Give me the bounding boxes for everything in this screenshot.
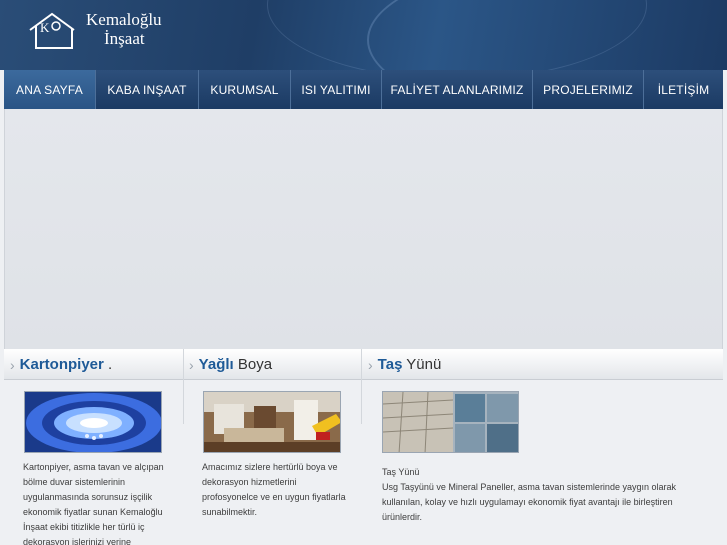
tas-yunu-description: Usg Taşyünü ve Mineral Paneller, asma ta… [382,482,676,522]
column-divider [183,349,184,424]
nav-item-iletisim[interactable]: İLETİŞİM [644,70,723,109]
column-divider [361,349,362,424]
svg-text:K: K [40,20,50,35]
chevron-right-icon: › [368,356,373,373]
nav-item-projelerimiz[interactable]: PROJELERIMIZ [533,70,644,109]
column-header-bar: › Kartonpiyer . › Yağlı Boya › Taş Yünü [4,349,723,380]
chevron-right-icon: › [189,356,194,373]
ceiling-lights-image[interactable] [24,391,162,453]
brand-line-1: Kemaloğlu [86,10,162,29]
brand-line-2: İnşaat [104,29,145,48]
column-heading-tas-yunu[interactable]: › Taş Yünü [368,349,441,380]
nav-item-kurumsal[interactable]: KURUMSAL [199,70,291,109]
column-title: Kartonpiyer . [19,356,113,373]
tas-yunu-title: Taş Yünü [382,467,420,477]
column-title: Yağlı Boya [198,356,273,373]
nav-item-isi-yalitimi[interactable]: ISI YALITIMI [291,70,382,109]
column-heading-yagli-boya[interactable]: › Yağlı Boya [189,349,272,380]
site-header: K Kemaloğlu İnşaat [0,0,727,70]
living-room-image[interactable] [203,391,341,453]
banner-area [4,109,723,349]
chevron-right-icon: › [10,356,15,373]
nav-item-faliyet-alanlarimiz[interactable]: FALİYET ALANLARIMIZ [382,70,533,109]
panels-image[interactable] [382,391,519,453]
nav-item-kaba-insaat[interactable]: KABA INŞAAT [96,70,199,109]
column-heading-kartonpiyer[interactable]: › Kartonpiyer . [10,349,112,380]
brand-name[interactable]: Kemaloğlu İnşaat [86,10,162,48]
yagli-boya-description: Amacımız sizlere hertürlü boya ve dekora… [202,462,346,517]
main-navigation: ANA SAYFA KABA INŞAAT KURUMSAL ISI YALIT… [4,70,723,109]
column-title: Taş Yünü [377,356,442,373]
kartonpiyer-description: Kartonpiyer, asma tavan ve alçıpan bölme… [23,462,164,545]
nav-item-ana-sayfa[interactable]: ANA SAYFA [4,70,96,109]
